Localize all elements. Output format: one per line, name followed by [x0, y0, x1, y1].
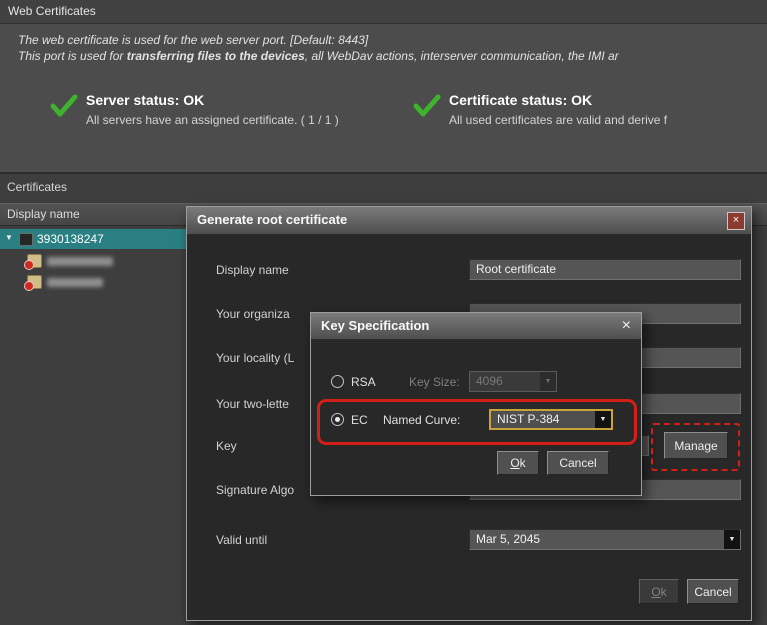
field-row-valid-until: Valid until Mar 5, 2045 ▼ — [187, 529, 751, 555]
ec-radio[interactable] — [331, 413, 344, 426]
key-size-dropdown[interactable]: 4096 ▼ — [469, 371, 557, 392]
dialog-title-bar[interactable]: Generate root certificate × — [187, 207, 751, 235]
rsa-label: RSA — [351, 371, 376, 393]
info-line-2-suffix: , all WebDav actions, interserver commun… — [305, 49, 619, 63]
group-icon — [19, 233, 33, 246]
signature-algorithm-label: Signature Algo — [216, 479, 294, 501]
tree-item-root-label: 3930138247 — [37, 232, 104, 246]
certificate-status-subtitle: All used certificates are valid and deri… — [449, 113, 667, 127]
organization-label: Your organiza — [216, 303, 290, 325]
key-size-label: Key Size: — [409, 371, 460, 393]
rsa-option-row: RSA Key Size: 4096 ▼ — [311, 371, 641, 395]
tree-item-certificate-1[interactable] — [0, 251, 186, 271]
cancel-button[interactable]: Cancel — [547, 451, 609, 475]
certificate-status-title: Certificate status: OK — [449, 92, 592, 108]
column-header-label: Display name — [7, 207, 80, 221]
revoked-badge-icon — [24, 260, 34, 270]
info-panel: The web certificate is used for the web … — [0, 24, 767, 174]
info-line-2: This port is used for transferring files… — [18, 49, 619, 63]
manage-button[interactable]: Manage — [664, 432, 728, 459]
certificate-icon — [27, 275, 42, 289]
revoked-badge-icon — [24, 281, 34, 291]
dialog-title-bar[interactable]: Key Specification × — [311, 313, 641, 340]
key-size-dropdown-button[interactable]: ▼ — [540, 372, 556, 391]
check-icon — [50, 94, 78, 118]
chevron-down-icon: ▼ — [600, 412, 607, 428]
named-curve-dropdown[interactable]: NIST P-384 ▼ — [489, 409, 613, 430]
close-icon[interactable]: × — [622, 316, 631, 336]
field-row-display-name: Display name Root certificate — [187, 259, 751, 285]
display-name-label: Display name — [216, 259, 289, 281]
cancel-button-label: Cancel — [559, 456, 596, 470]
web-certificates-screen: Web Certificates The web certificate is … — [0, 0, 767, 625]
certificates-section-title: Certificates — [7, 180, 67, 194]
tree-item-certificate-2[interactable] — [0, 272, 186, 292]
expander-icon[interactable]: ▼ — [5, 233, 13, 242]
server-status-subtitle: All servers have an assigned certificate… — [86, 113, 339, 127]
display-name-value: Root certificate — [476, 262, 556, 276]
page-title: Web Certificates — [8, 4, 96, 18]
key-size-value: 4096 — [476, 374, 503, 388]
certificate-icon — [27, 254, 42, 268]
ec-option-row: EC Named Curve: NIST P-384 ▼ — [311, 409, 641, 433]
server-status-block: Server status: OK All servers have an as… — [50, 92, 395, 136]
key-specification-dialog: Key Specification × RSA Key Size: 4096 ▼… — [310, 312, 642, 496]
named-curve-value: NIST P-384 — [497, 412, 559, 426]
close-icon[interactable]: × — [727, 212, 745, 230]
ok-button[interactable]: Ok — [497, 451, 539, 475]
redacted-certificate-name — [47, 278, 103, 287]
valid-until-input[interactable]: Mar 5, 2045 ▼ — [469, 529, 741, 550]
page-title-bar: Web Certificates — [0, 0, 767, 24]
dialog-title: Key Specification — [321, 313, 429, 339]
valid-until-value: Mar 5, 2045 — [476, 532, 540, 546]
country-label: Your two-lette — [216, 393, 289, 415]
ok-button-label: Ok — [651, 585, 666, 599]
tree-item-root[interactable]: ▼ 3930138247 — [0, 229, 186, 249]
rsa-radio[interactable] — [331, 375, 344, 388]
info-line-1: The web certificate is used for the web … — [18, 33, 368, 47]
server-status-title: Server status: OK — [86, 92, 204, 108]
info-line-2-prefix: This port is used for — [18, 49, 127, 63]
display-name-input[interactable]: Root certificate — [469, 259, 741, 280]
redacted-certificate-name — [47, 257, 113, 266]
chevron-down-icon: ▼ — [545, 372, 552, 391]
cancel-button[interactable]: Cancel — [687, 579, 739, 604]
named-curve-dropdown-button[interactable]: ▼ — [595, 411, 611, 428]
valid-until-dropdown-button[interactable]: ▼ — [724, 530, 740, 549]
info-line-2-bold: transferring files to the devices — [127, 49, 305, 63]
certificate-status-block: Certificate status: OK All used certific… — [413, 92, 767, 136]
ok-button[interactable]: Ok — [639, 579, 679, 604]
check-icon — [413, 94, 441, 118]
key-label: Key — [216, 435, 237, 457]
manage-button-label: Manage — [674, 439, 717, 453]
ec-label: EC — [351, 409, 368, 431]
dialog-title: Generate root certificate — [197, 207, 347, 233]
valid-until-label: Valid until — [216, 529, 267, 551]
cancel-button-label: Cancel — [694, 585, 731, 599]
locality-label: Your locality (L — [216, 347, 294, 369]
chevron-down-icon: ▼ — [729, 530, 736, 549]
ok-button-label: Ok — [510, 456, 525, 470]
named-curve-label: Named Curve: — [383, 409, 460, 431]
